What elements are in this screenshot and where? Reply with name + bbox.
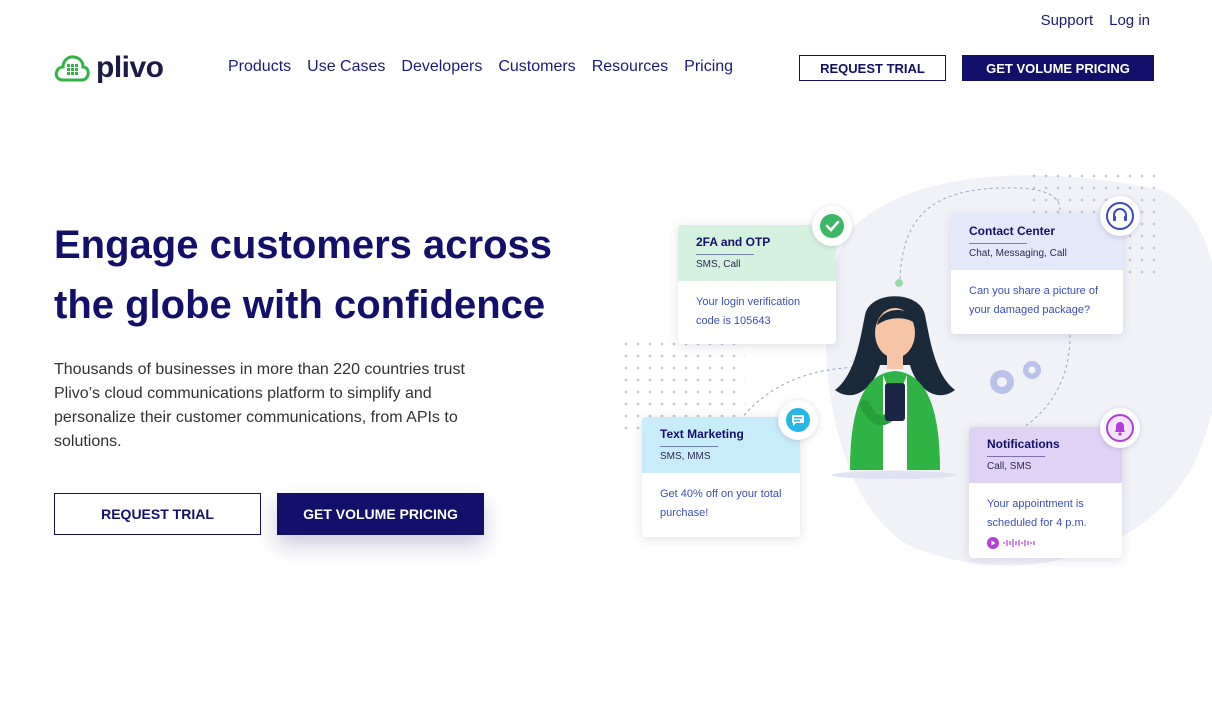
bell-icon xyxy=(1100,408,1140,448)
nav-pricing[interactable]: Pricing xyxy=(684,58,733,76)
waveform-icon xyxy=(1003,539,1035,547)
shield-check-icon xyxy=(812,206,852,246)
card-notifications-channels: Call, SMS xyxy=(987,461,1032,472)
play-icon[interactable] xyxy=(987,537,999,549)
card-marketing-message: Get 40% off on your total purchase! xyxy=(660,488,782,519)
card-notifications-message: Your appointment is scheduled for 4 p.m. xyxy=(987,498,1087,529)
hero-illustration: 2FA and OTP SMS, Call Your login verific… xyxy=(600,150,1212,580)
headset-icon xyxy=(1100,196,1140,236)
utility-nav: Support Log in xyxy=(1041,12,1150,29)
support-link[interactable]: Support xyxy=(1041,12,1094,29)
brand-name: plivo xyxy=(96,51,164,84)
hero-title: Engage customers across the globe with c… xyxy=(54,223,552,327)
nav-products[interactable]: Products xyxy=(228,58,291,76)
hero-subtitle: Thousands of businesses in more than 220… xyxy=(54,361,465,450)
nav-developers[interactable]: Developers xyxy=(401,58,482,76)
card-marketing-channels: SMS, MMS xyxy=(660,451,711,462)
main-nav: Products Use Cases Developers Customers … xyxy=(228,58,733,76)
card-notifications: Notifications Call, SMS Your appointment… xyxy=(969,427,1122,558)
hero-volume-pricing-button[interactable]: GET VOLUME PRICING xyxy=(277,493,484,535)
header-request-trial-button[interactable]: REQUEST TRIAL xyxy=(799,55,946,81)
card-2fa-message: Your login verification code is 105643 xyxy=(696,296,801,327)
card-2fa-channels: SMS, Call xyxy=(696,259,741,270)
plivo-logo[interactable]: plivo xyxy=(54,53,164,83)
nav-customers[interactable]: Customers xyxy=(498,58,575,76)
card-contact-channels: Chat, Messaging, Call xyxy=(969,248,1067,259)
nav-resources[interactable]: Resources xyxy=(592,58,668,76)
card-2fa-title: 2FA and OTP xyxy=(696,235,771,249)
card-marketing-title: Text Marketing xyxy=(660,427,744,441)
card-contact-message: Can you share a picture of your damaged … xyxy=(969,285,1099,316)
audio-player xyxy=(969,537,1122,549)
chat-bubble-icon xyxy=(778,400,818,440)
card-notifications-title: Notifications xyxy=(987,437,1060,451)
nav-use-cases[interactable]: Use Cases xyxy=(307,58,385,76)
card-text-marketing: Text Marketing SMS, MMS Get 40% off on y… xyxy=(642,417,800,537)
card-contact-center: Contact Center Chat, Messaging, Call Can… xyxy=(951,214,1123,334)
login-link[interactable]: Log in xyxy=(1109,12,1150,29)
header-volume-pricing-button[interactable]: GET VOLUME PRICING xyxy=(962,55,1154,81)
woman-with-phone-illustration xyxy=(835,296,955,470)
card-contact-title: Contact Center xyxy=(969,224,1056,238)
hero-request-trial-button[interactable]: REQUEST TRIAL xyxy=(54,493,261,535)
card-2fa-otp: 2FA and OTP SMS, Call Your login verific… xyxy=(678,225,836,344)
cloud-grid-icon xyxy=(54,55,90,82)
